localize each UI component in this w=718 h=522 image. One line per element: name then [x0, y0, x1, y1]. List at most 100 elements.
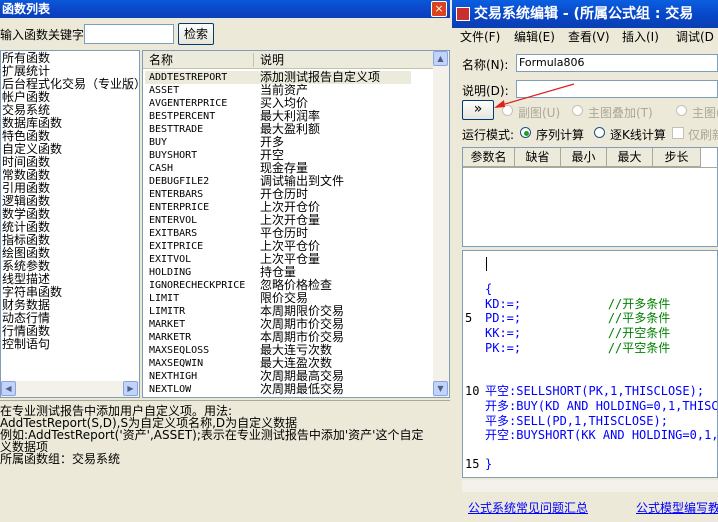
annotation-arrow	[494, 83, 575, 108]
run-mode-label: 运行模式:	[462, 128, 515, 142]
name-label: 名称(N):	[462, 58, 509, 72]
function-row[interactable]: NEXTLOW 次周期最低交易	[143, 383, 433, 396]
code-line: KD:=; //开多条件	[463, 296, 717, 312]
category-hscrollbar[interactable]: ◀ ▶	[1, 381, 139, 397]
code-line: KK:=; //开空条件	[463, 325, 717, 341]
only-refresh-label: 仅刷新	[688, 128, 718, 142]
function-row[interactable]: BESTTRADE 最大盈利额	[143, 123, 433, 136]
category-item[interactable]: 控制语句	[1, 338, 139, 351]
name-field[interactable]: Formula806	[516, 54, 718, 72]
function-name: LIMIT	[149, 293, 180, 304]
code-line: {	[463, 282, 717, 297]
editor-title: 交易系统编辑 - (所属公式组 : 交易	[474, 6, 694, 22]
param-column-header: 缺省	[515, 148, 561, 167]
scroll-down-icon[interactable]: ▼	[433, 381, 448, 396]
menu-bar: 文件(F) 编辑(E) 查看(V) 插入(I) 调试(D	[452, 28, 718, 46]
function-name: CASH	[149, 163, 174, 174]
function-name: LIMITR	[149, 306, 186, 317]
function-name: NEXTLOW	[149, 384, 192, 395]
code-text: 开多:BUY(KD AND HOLDING=0,1,THISC	[485, 398, 718, 413]
function-name: MAXSEQLOSS	[149, 345, 210, 356]
close-icon[interactable]: ×	[431, 1, 447, 17]
app-icon	[456, 7, 470, 21]
code-text: PK:=; //平空条件	[485, 340, 671, 355]
faq-link[interactable]: 公式系统常见问题汇总	[468, 499, 588, 516]
category-list[interactable]: 所有函数 扩展统计 后台程式化交易（专业版） 帐户函数 交易系统 数据库函数 特色函数 自定义…	[0, 50, 140, 398]
radio-main-chart[interactable]	[676, 105, 687, 116]
code-line: 5 PD:=; //平多条件	[463, 311, 717, 326]
function-name: ADDTESTREPORT	[149, 72, 228, 83]
function-name: EXITPRICE	[149, 241, 204, 252]
param-column-header: 最大	[607, 148, 653, 167]
code-text: PD:=; //平多条件	[485, 311, 671, 326]
code-line: 平多:SELL(PD,1,THISCLOSE);	[463, 413, 717, 429]
scroll-right-icon[interactable]: ▶	[123, 381, 138, 396]
function-name: BESTTRADE	[149, 124, 204, 135]
scroll-up-icon[interactable]: ▲	[433, 51, 448, 66]
code-text: KD:=; //开多条件	[485, 296, 671, 311]
function-list-header: 名称 说明	[143, 51, 433, 69]
function-name: AVGENTERPRICE	[149, 98, 228, 109]
menu-debug[interactable]: 调试(D	[676, 28, 714, 46]
code-text: 平多:SELL(PD,1,THISCLOSE);	[485, 413, 668, 428]
function-description: 在专业测试报告中添加用户自定义项。用法: AddTestReport(S,D),S…	[0, 400, 450, 520]
menu-edit[interactable]: 编辑(E)	[514, 28, 555, 46]
label-run-series: 序列计算	[536, 128, 585, 142]
function-list-title: 函数列表	[2, 2, 51, 16]
code-line: 开多:BUY(KD AND HOLDING=0,1,THISC	[463, 398, 718, 414]
menu-view[interactable]: 查看(V)	[568, 28, 610, 46]
function-name: DEBUGFILE2	[149, 176, 210, 187]
editor-titlebar: 交易系统编辑 - (所属公式组 : 交易	[452, 0, 718, 28]
function-name: MAXSEQWIN	[149, 358, 204, 369]
code-editor[interactable]: {KD:=; //开多条件 5 PD:=; //平多条件 KK:=; //开空条件 PK…	[462, 250, 718, 478]
param-column-header: 参数名	[463, 148, 515, 167]
function-desc: 次周期最低交易	[260, 382, 345, 396]
menu-file[interactable]: 文件(F)	[460, 28, 500, 46]
search-button[interactable]: 检索	[178, 23, 214, 45]
function-name: ENTERBARS	[149, 189, 204, 200]
param-column-header: 最小	[561, 148, 607, 167]
code-text: KK:=; //开空条件	[485, 325, 671, 340]
code-text: {	[485, 282, 493, 297]
function-row[interactable]: BUY 开多	[143, 136, 433, 149]
function-name: ASSET	[149, 85, 180, 96]
radio-run-bar[interactable]	[594, 127, 605, 138]
line-number: 15	[465, 457, 480, 472]
code-hscrollbar[interactable]	[462, 480, 718, 492]
function-name: ENTERPRICE	[149, 202, 210, 213]
code-line: 10 平空:SELLSHORT(PK,1,THISCLOSE);	[463, 384, 717, 399]
search-input[interactable]	[84, 24, 174, 44]
function-name: ENTERVOL	[149, 215, 198, 226]
function-vscrollbar[interactable]: ▲ ▼	[433, 51, 449, 397]
tutorial-link[interactable]: 公式模型编写教	[636, 499, 718, 516]
function-name: BUYSHORT	[149, 150, 198, 161]
code-line: PK:=; //平空条件	[463, 340, 717, 356]
formula-editor-window: 交易系统编辑 - (所属公式组 : 交易 文件(F) 编辑(E) 查看(V) 插…	[452, 0, 718, 522]
label-main-chart: 主图(W	[692, 106, 718, 120]
radio-run-series[interactable]	[520, 127, 531, 138]
function-list[interactable]: 名称 说明 ADDTESTREPORT 添加测试报告自定义项 ASSET 当前资产 AV…	[142, 50, 450, 398]
description-line: 所属函数组：交易系统	[0, 452, 121, 466]
code-line: 15}	[463, 457, 717, 472]
code-text: }	[485, 457, 493, 472]
only-refresh-checkbox[interactable]	[672, 127, 684, 139]
function-name: EXITVOL	[149, 254, 192, 265]
code-text: 平空:SELLSHORT(PK,1,THISCLOSE);	[485, 384, 705, 399]
function-name: BUY	[149, 137, 168, 148]
parameter-grid[interactable]: 参数名 缺省 最小 最大 步长	[462, 147, 718, 247]
param-column-header: 步长	[653, 148, 701, 167]
function-list-titlebar: 函数列表	[0, 0, 450, 18]
menu-insert[interactable]: 插入(I)	[622, 28, 659, 46]
column-desc-header[interactable]: 说明	[260, 51, 284, 69]
function-name: NEXTHIGH	[149, 371, 198, 382]
label-run-bar: 逐K线计算	[610, 128, 666, 142]
function-name: MARKET	[149, 319, 186, 330]
scroll-left-icon[interactable]: ◀	[1, 381, 16, 396]
code-line: 开空:BUYSHORT(KK AND HOLDING=0,1,T	[463, 428, 717, 443]
column-name-header[interactable]: 名称	[149, 51, 173, 69]
